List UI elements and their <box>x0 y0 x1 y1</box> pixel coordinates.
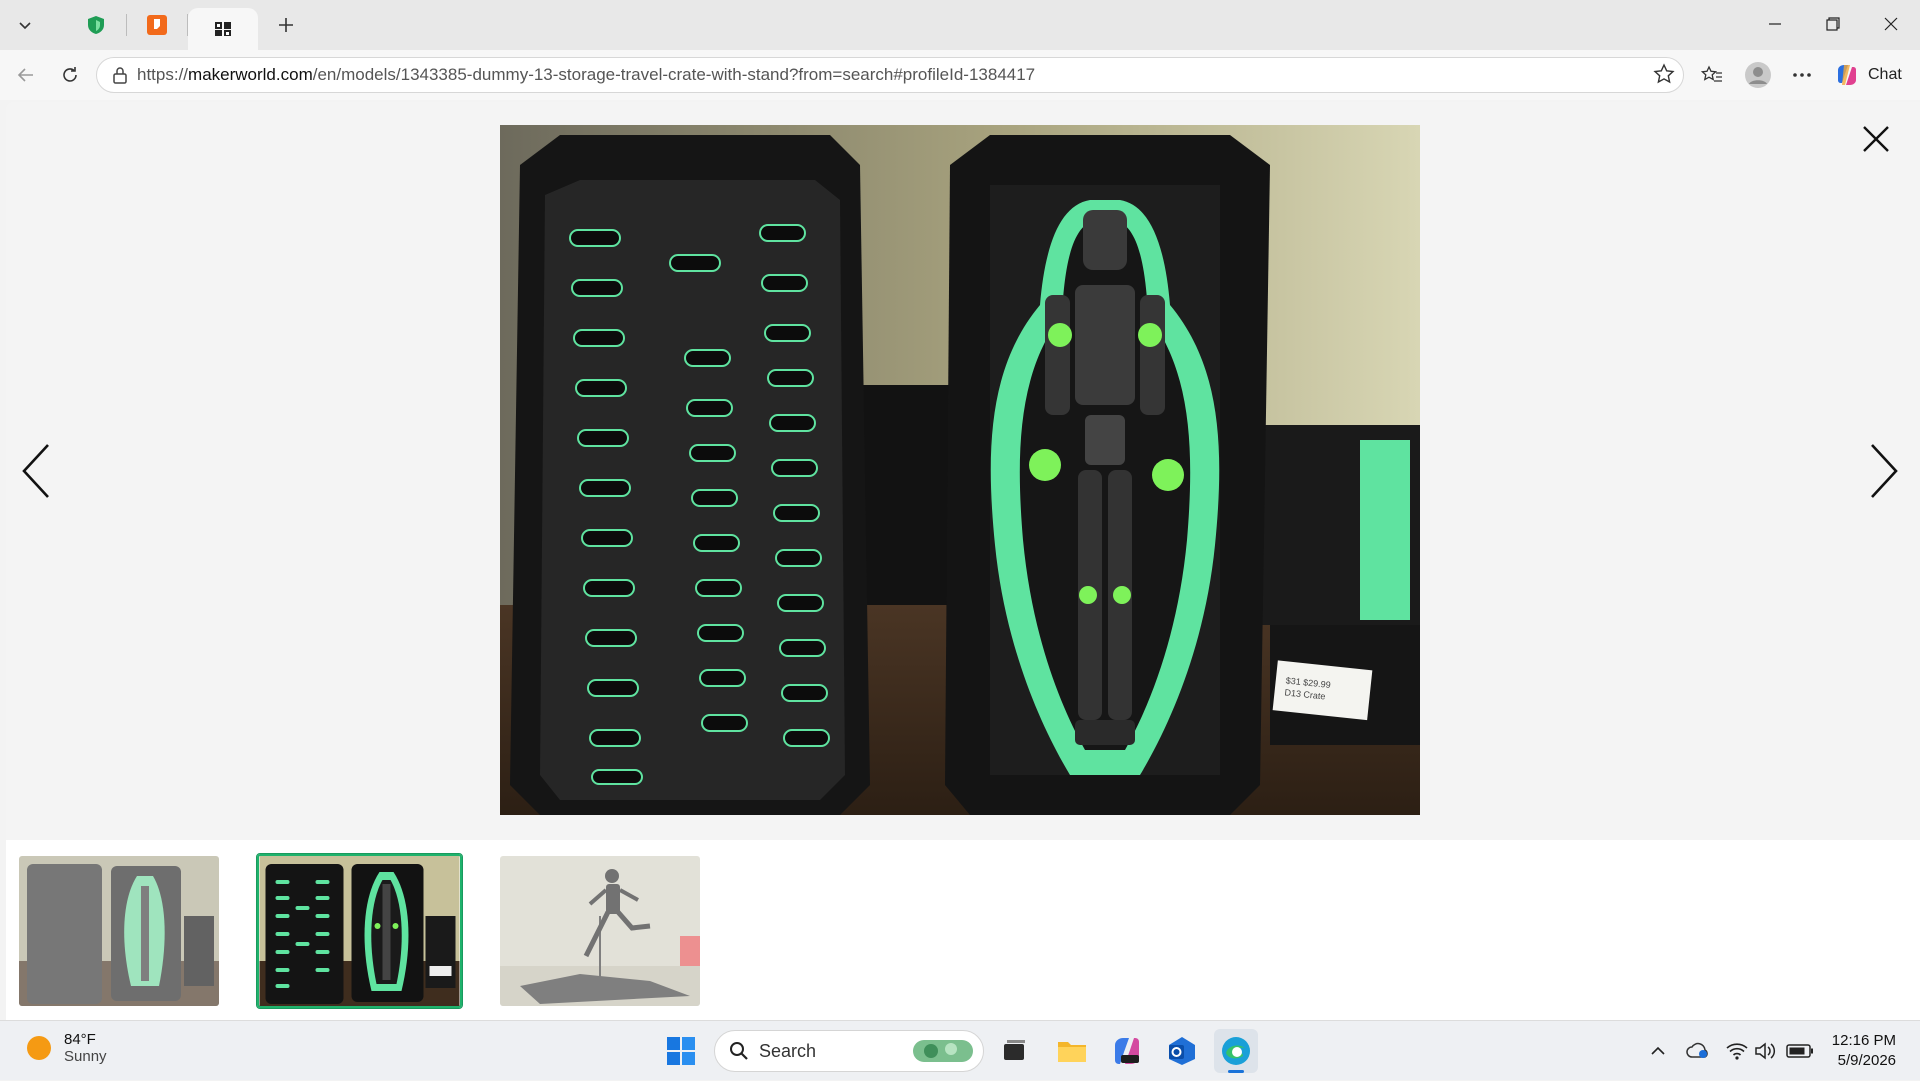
chevron-left-icon <box>22 444 49 498</box>
settings-more-button[interactable] <box>1784 50 1820 100</box>
volume-icon[interactable] <box>1752 1021 1778 1081</box>
close-viewer-button[interactable] <box>1856 119 1896 159</box>
orange-app-icon <box>147 15 167 35</box>
close-icon <box>1884 17 1898 31</box>
favorite-star-icon[interactable] <box>1653 63 1675 90</box>
avatar-icon <box>1745 62 1771 88</box>
minimize-icon <box>1769 23 1781 25</box>
onedrive-sync-icon[interactable] <box>1684 1021 1712 1081</box>
battery-icon[interactable] <box>1784 1021 1816 1081</box>
tab-shield[interactable] <box>66 4 126 46</box>
new-tab-button[interactable] <box>266 5 306 45</box>
chevron-right-icon <box>1871 444 1898 498</box>
sun-icon <box>27 1036 51 1060</box>
url-domain: makerworld.com <box>188 65 313 84</box>
close-window-button[interactable] <box>1862 0 1920 48</box>
clock-date: 5/9/2026 <box>1837 1052 1896 1069</box>
search-placeholder: Search <box>759 1040 817 1061</box>
previous-image-button[interactable] <box>10 436 60 506</box>
chevron-up-icon <box>1651 1046 1665 1055</box>
address-bar[interactable]: https://makerworld.com/en/models/1343385… <box>96 57 1684 93</box>
minimize-button[interactable] <box>1746 0 1804 48</box>
chevron-down-icon <box>19 22 31 30</box>
search-highlight-icon <box>913 1040 973 1062</box>
taskbar-search[interactable]: Search <box>714 1030 984 1072</box>
m365-button[interactable] <box>1105 1029 1149 1073</box>
refresh-button[interactable] <box>48 53 92 97</box>
copilot-chat-button[interactable]: Chat <box>1826 56 1914 94</box>
price-tag: $31 $29.99 D13 Crate <box>1272 660 1373 721</box>
copilot-icon <box>1838 65 1856 85</box>
thumbnail-image <box>19 856 219 1006</box>
thumbnail-2-selected[interactable] <box>256 853 463 1009</box>
favorites-list-icon <box>1701 65 1722 82</box>
weather-condition: Sunny <box>64 1048 107 1065</box>
back-button[interactable] <box>4 53 48 97</box>
m365-icon <box>1115 1038 1139 1064</box>
thumbnail-1[interactable] <box>19 856 219 1006</box>
task-view-icon <box>1004 1040 1025 1060</box>
outlook-button[interactable] <box>1160 1029 1204 1073</box>
task-view-button[interactable] <box>992 1029 1036 1073</box>
weather-widget[interactable]: 84°F Sunny <box>26 1031 107 1065</box>
restore-button[interactable] <box>1804 0 1862 48</box>
show-hidden-icons-button[interactable] <box>1646 1021 1670 1081</box>
weather-temp: 84°F <box>64 1031 96 1048</box>
system-clock[interactable]: 12:16 PM 5/9/2026 <box>1820 1031 1896 1071</box>
tab-actions-menu[interactable] <box>6 6 44 44</box>
navigation-bar: https://makerworld.com/en/models/1343385… <box>0 50 1920 100</box>
thumbnail-image <box>259 856 460 1006</box>
thumbnail-image <box>500 856 700 1006</box>
close-icon <box>1863 126 1889 152</box>
profile-button[interactable] <box>1738 50 1778 100</box>
refresh-icon <box>63 67 77 82</box>
tab-strip <box>0 0 1920 50</box>
folder-icon <box>1058 1042 1086 1062</box>
window-controls <box>1746 0 1920 48</box>
thumbnail-3[interactable] <box>500 856 700 1006</box>
next-image-button[interactable] <box>1860 436 1910 506</box>
outlook-icon <box>1169 1037 1195 1065</box>
back-arrow-icon <box>17 68 33 82</box>
makerworld-icon <box>215 22 231 36</box>
search-icon <box>730 1042 748 1060</box>
windows-taskbar: 84°F Sunny Search 12:16 PM 5/9/2026 <box>0 1020 1920 1080</box>
file-explorer-button[interactable] <box>1050 1029 1094 1073</box>
url-prefix: https:// <box>137 65 189 84</box>
active-app-indicator <box>1228 1070 1244 1073</box>
green-shield-icon <box>88 16 104 34</box>
chat-label: Chat <box>1868 66 1902 83</box>
main-image: $31 $29.99 D13 Crate <box>500 125 1420 815</box>
url-text: https://makerworld.com/en/models/1343385… <box>137 65 1035 85</box>
edge-icon <box>1222 1037 1250 1065</box>
wifi-icon[interactable] <box>1724 1021 1750 1081</box>
clock-time: 12:16 PM <box>1831 1032 1896 1049</box>
tab-makerworld[interactable] <box>188 8 258 50</box>
start-button[interactable] <box>659 1029 703 1073</box>
restore-icon <box>1826 17 1840 31</box>
plus-icon <box>279 18 293 32</box>
url-path: /en/models/1343385-dummy-13-storage-trav… <box>312 65 1036 84</box>
more-dots-icon <box>1793 73 1811 77</box>
crate-photo: $31 $29.99 D13 Crate <box>500 125 1420 815</box>
edge-button[interactable] <box>1214 1029 1258 1073</box>
favorites-button[interactable] <box>1694 50 1730 100</box>
tab-orange-app[interactable] <box>127 4 187 46</box>
site-info-icon[interactable] <box>103 66 137 84</box>
windows-logo-icon <box>667 1037 695 1065</box>
